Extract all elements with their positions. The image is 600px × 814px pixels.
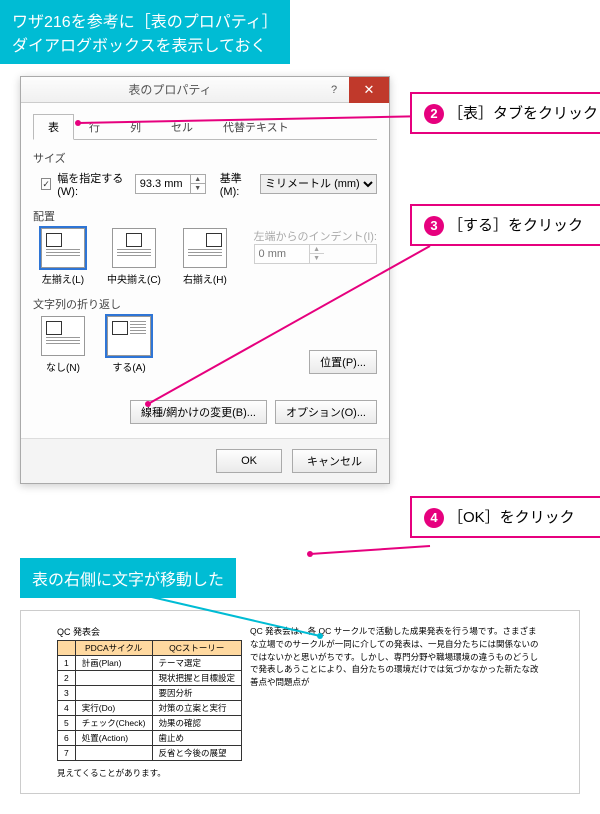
tab-cell[interactable]: セル [156,114,208,140]
measure-label: 基準(M): [220,170,254,198]
ok-button[interactable]: OK [216,449,282,473]
callout-step-3: 3［する］をクリック [410,204,600,246]
width-input[interactable]: ▲▼ [135,174,206,194]
table-row: 7反省と今後の展望 [58,746,242,761]
preview-heading: QC 発表会 [57,625,242,638]
wrap-around-label: する(A) [107,359,151,374]
table-row: 5チェック(Check)効果の確認 [58,716,242,731]
close-button[interactable]: ✕ [349,77,389,103]
width-spin-up[interactable]: ▲ [191,175,205,184]
width-value-field[interactable] [136,175,190,193]
table-row: 4実行(Do)対策の立案と実行 [58,701,242,716]
measure-combo[interactable]: ミリメートル (mm) [260,174,377,194]
table-row: 6処置(Action)歯止め [58,731,242,746]
preview-col-2: QCストーリー [152,641,242,656]
align-center-icon [112,228,156,268]
tab-alttext[interactable]: 代替テキスト [208,114,304,140]
tab-strip: 表 行 列 セル 代替テキスト [33,113,377,140]
preview-footer-text: 見えてくることがあります。 [57,767,242,779]
borders-shading-button[interactable]: 線種/網かけの変更(B)... [130,400,267,424]
align-right-icon [183,228,227,268]
wrap-none-option[interactable]: なし(N) [41,316,85,374]
tab-table[interactable]: 表 [33,114,74,140]
preview-table: PDCAサイクル QCストーリー 1計画(Plan)テーマ選定2現状把握と目標設… [57,640,242,761]
table-row: 2現状把握と目標設定 [58,671,242,686]
wrap-none-label: なし(N) [41,359,85,374]
position-button[interactable]: 位置(P)... [309,350,377,374]
align-left-label: 左揃え(L) [41,271,85,286]
wrap-section-label: 文字列の折り返し [33,296,377,312]
alignment-section-label: 配置 [33,208,377,224]
align-left-icon [41,228,85,268]
width-checkbox-label: 幅を指定する(W): [57,170,129,198]
indent-label: 左端からのインデント(I): [254,228,377,244]
titlebar: 表のプロパティ ? ✕ [21,77,389,103]
help-button[interactable]: ? [319,84,349,96]
indent-value-field [255,245,309,263]
width-checkbox[interactable]: ✓ [41,178,51,190]
dialog-title: 表のプロパティ [21,81,319,98]
align-left-option[interactable]: 左揃え(L) [41,228,85,286]
size-section-label: サイズ [33,150,377,166]
wrap-around-icon [107,316,151,356]
align-center-label: 中央揃え(C) [107,271,161,286]
align-right-option[interactable]: 右揃え(H) [183,228,227,286]
width-spin-down[interactable]: ▼ [191,184,205,193]
wrap-around-option[interactable]: する(A) [107,316,151,374]
callout-step-2: 2［表］タブをクリック [410,92,600,134]
wrap-none-icon [41,316,85,356]
preview-col-1: PDCAサイクル [75,641,152,656]
tab-column[interactable]: 列 [115,114,156,140]
options-button[interactable]: オプション(O)... [275,400,377,424]
cancel-button[interactable]: キャンセル [292,449,377,473]
align-right-label: 右揃え(H) [183,271,227,286]
callout-step-4: 4［OK］をクリック [410,496,600,538]
table-row: 1計画(Plan)テーマ選定 [58,656,242,671]
table-properties-dialog: 表のプロパティ ? ✕ 表 行 列 セル 代替テキスト サイズ ✓ 幅を指定する… [20,76,390,484]
align-center-option[interactable]: 中央揃え(C) [107,228,161,286]
table-row: 3要因分析 [58,686,242,701]
document-preview: QC 発表会 PDCAサイクル QCストーリー 1計画(Plan)テーマ選定2現… [20,610,580,794]
preview-body-text: QC 発表会は、各 QC サークルで活動した成果発表を行う場です。さまざまな立場… [250,625,543,779]
tab-row[interactable]: 行 [74,114,115,140]
result-note: 表の右側に文字が移動した [20,558,236,598]
indent-input: ▲▼ [254,244,377,264]
instruction-note-top: ワザ216を参考に［表のプロパティ］ ダイアログボックスを表示しておく [0,0,290,64]
